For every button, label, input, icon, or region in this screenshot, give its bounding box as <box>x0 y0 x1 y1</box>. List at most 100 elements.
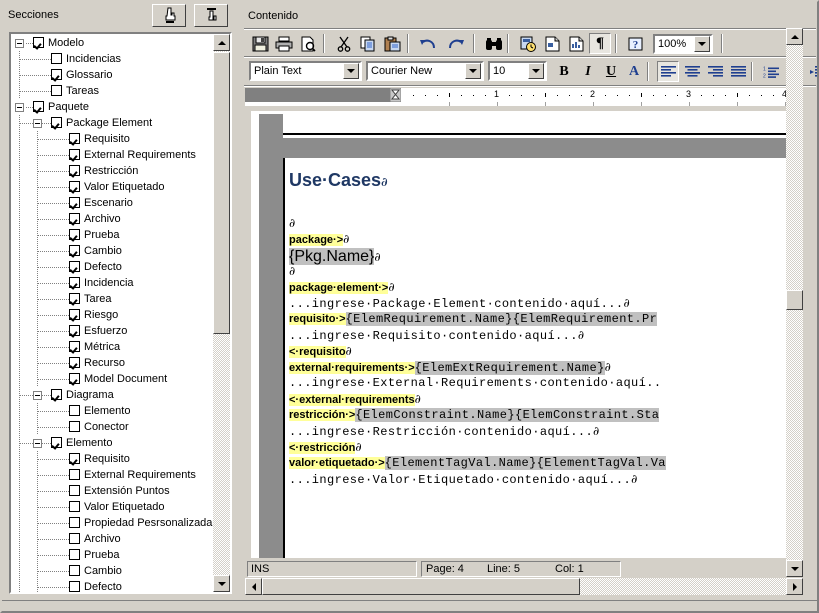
checkbox-checked[interactable] <box>33 37 44 48</box>
tree-item[interactable]: Métrica <box>11 339 214 355</box>
content-scroll-up-button[interactable] <box>786 28 803 45</box>
find-button[interactable] <box>483 33 505 54</box>
tree-item[interactable]: Prueba <box>11 547 214 563</box>
checkbox-checked[interactable] <box>51 437 62 448</box>
numbered-list-button[interactable]: 1 2 <box>760 61 782 82</box>
content-vertical-scrollbar[interactable] <box>786 28 803 577</box>
checkbox-checked[interactable] <box>69 325 80 336</box>
tree-item[interactable]: Defecto <box>11 579 214 592</box>
tree-item[interactable]: Paquete <box>11 99 214 115</box>
checkbox-unchecked[interactable] <box>69 533 80 544</box>
font-dropdown-button[interactable] <box>465 63 481 79</box>
copy-button[interactable] <box>357 33 379 54</box>
checkbox-checked[interactable] <box>69 373 80 384</box>
redo-button[interactable] <box>445 33 467 54</box>
print-button[interactable] <box>273 33 295 54</box>
insert-section-button[interactable] <box>565 33 587 54</box>
tree-expander-minus-icon[interactable] <box>15 103 24 112</box>
tree-item[interactable]: External Requirements <box>11 147 214 163</box>
tree-item[interactable]: Package Element <box>11 115 214 131</box>
ruler-indent-marker[interactable] <box>389 87 402 103</box>
checkbox-unchecked[interactable] <box>69 469 80 480</box>
checkbox-unchecked[interactable] <box>69 501 80 512</box>
tree-item[interactable]: Cambio <box>11 243 214 259</box>
tree-expander-minus-icon[interactable] <box>33 391 42 400</box>
tree-item[interactable]: Archivo <box>11 531 214 547</box>
tree-scroll-up-button[interactable] <box>213 34 230 51</box>
tree-item[interactable]: Recurso <box>11 355 214 371</box>
checkbox-checked[interactable] <box>69 197 80 208</box>
tree-item[interactable]: Escenario <box>11 195 214 211</box>
undo-button[interactable] <box>417 33 439 54</box>
tree-item[interactable]: External Requirements <box>11 467 214 483</box>
insert-datestamp-button[interactable] <box>517 33 539 54</box>
tree-item[interactable]: Prueba <box>11 227 214 243</box>
align-left-button[interactable] <box>657 61 679 82</box>
tree-item[interactable]: Model Document <box>11 371 214 387</box>
checkbox-checked[interactable] <box>51 117 62 128</box>
ruler[interactable]: 1234 <box>245 87 798 106</box>
tree-item[interactable]: Conector <box>11 419 214 435</box>
tree-item[interactable]: Glossario <box>11 67 214 83</box>
checkbox-checked[interactable] <box>69 357 80 368</box>
tree-item[interactable]: Tarea <box>11 291 214 307</box>
tree-item[interactable]: Requisito <box>11 131 214 147</box>
size-dropdown-button[interactable] <box>528 63 544 79</box>
checkbox-unchecked[interactable] <box>51 85 62 96</box>
checkbox-unchecked[interactable] <box>69 517 80 528</box>
content-hscrollbar-thumb[interactable] <box>262 578 580 595</box>
save-button[interactable] <box>249 33 271 54</box>
tree-item[interactable]: Riesgo <box>11 307 214 323</box>
style-combo[interactable]: Plain Text <box>249 61 362 81</box>
tree-item[interactable]: Defecto <box>11 259 214 275</box>
style-dropdown-button[interactable] <box>343 63 359 79</box>
indent-button[interactable] <box>807 61 819 82</box>
bold-button[interactable]: B <box>553 61 575 82</box>
checkbox-checked[interactable] <box>69 133 80 144</box>
tree-item[interactable]: Archivo <box>11 211 214 227</box>
checkbox-checked[interactable] <box>69 261 80 272</box>
tree-item[interactable]: Diagrama <box>11 387 214 403</box>
checkbox-checked[interactable] <box>69 309 80 320</box>
checkbox-checked[interactable] <box>69 181 80 192</box>
print-preview-button[interactable] <box>297 33 319 54</box>
checkbox-checked[interactable] <box>69 229 80 240</box>
content-scroll-down-button[interactable] <box>786 560 803 577</box>
content-scrollbar-thumb[interactable] <box>786 290 803 310</box>
checkbox-unchecked[interactable] <box>69 485 80 496</box>
collapse-all-button[interactable] <box>152 4 186 27</box>
tree-expander-minus-icon[interactable] <box>33 439 42 448</box>
checkbox-unchecked[interactable] <box>69 565 80 576</box>
content-scroll-right-button[interactable] <box>786 578 803 595</box>
tree-item[interactable]: Elemento <box>11 435 214 451</box>
checkbox-checked[interactable] <box>33 101 44 112</box>
tree-item[interactable]: Incidencias <box>11 51 214 67</box>
align-right-button[interactable] <box>704 61 726 82</box>
tree-item[interactable]: Elemento <box>11 403 214 419</box>
tree-item[interactable]: Incidencia <box>11 275 214 291</box>
tree-vertical-scrollbar[interactable] <box>213 34 230 592</box>
font-color-button[interactable]: A <box>623 61 645 82</box>
paste-button[interactable] <box>381 33 403 54</box>
tree-item[interactable]: Extensión Puntos <box>11 483 214 499</box>
document-page[interactable]: Use·Cases∂ ∂ package·>∂ {Pkg.Name}∂ ∂ packag… <box>285 158 798 558</box>
zoom-combo[interactable]: 100% <box>653 34 713 54</box>
zoom-dropdown-button[interactable] <box>694 36 710 52</box>
underline-button[interactable]: U <box>600 61 622 82</box>
checkbox-checked[interactable] <box>69 277 80 288</box>
checkbox-checked[interactable] <box>69 245 80 256</box>
tree-item[interactable]: Restricción <box>11 163 214 179</box>
tree-scroll-down-button[interactable] <box>213 575 230 592</box>
checkbox-checked[interactable] <box>69 453 80 464</box>
sections-tree[interactable]: Modelo Incidencias Glossario Tareas Paquete P… <box>9 32 232 594</box>
tree-item[interactable]: Modelo <box>11 35 214 51</box>
tree-item[interactable]: Tareas <box>11 83 214 99</box>
checkbox-checked[interactable] <box>69 165 80 176</box>
font-combo[interactable]: Courier New <box>366 61 484 81</box>
content-scroll-left-button[interactable] <box>245 578 262 595</box>
tree-item[interactable]: Esfuerzo <box>11 323 214 339</box>
tree-item[interactable]: Valor Etiquetado <box>11 499 214 515</box>
insert-page-button[interactable] <box>541 33 563 54</box>
checkbox-checked[interactable] <box>51 389 62 400</box>
tree-item[interactable]: Requisito <box>11 451 214 467</box>
